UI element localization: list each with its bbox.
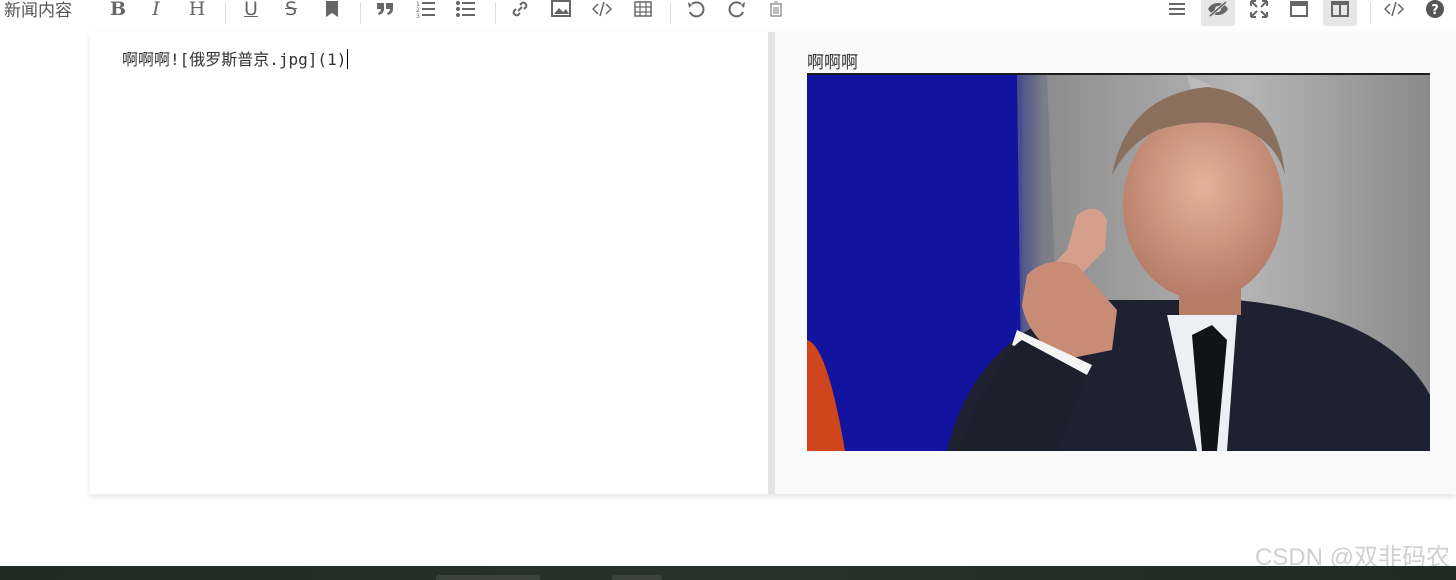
italic-button[interactable]: I bbox=[142, 0, 170, 26]
eye-slash-icon bbox=[1208, 1, 1228, 17]
heading-button[interactable]: H bbox=[183, 0, 211, 26]
edit-pane[interactable]: 啊啊啊![俄罗斯普京.jpg](1) bbox=[90, 32, 768, 494]
help-button[interactable]: ? bbox=[1421, 0, 1449, 26]
redo-button[interactable] bbox=[723, 0, 751, 26]
code-icon bbox=[1384, 1, 1404, 17]
html-source-button[interactable] bbox=[1380, 0, 1408, 26]
underline-button[interactable]: U bbox=[237, 0, 265, 26]
editor-toolbar: B I H U S 123 ? bbox=[90, 0, 1456, 33]
svg-text:?: ? bbox=[1431, 3, 1439, 18]
unordered-list-button[interactable] bbox=[452, 0, 480, 26]
link-button[interactable] bbox=[506, 0, 534, 26]
taskbar-item[interactable] bbox=[436, 575, 540, 580]
markdown-editor: 啊啊啊![俄罗斯普京.jpg](1) 啊啊啊 bbox=[90, 32, 1456, 494]
markdown-line[interactable]: 啊啊啊![俄罗斯普京.jpg](1) bbox=[122, 46, 349, 70]
trash-button[interactable] bbox=[762, 0, 790, 26]
image-icon bbox=[551, 0, 571, 17]
code-button[interactable] bbox=[588, 0, 616, 26]
question-circle-icon: ? bbox=[1426, 0, 1444, 18]
text-cursor bbox=[347, 49, 349, 69]
window-icon bbox=[1290, 1, 1308, 17]
split-view-button[interactable] bbox=[1323, 0, 1357, 26]
fullscreen-button[interactable] bbox=[1245, 0, 1273, 26]
toolbar-separator bbox=[1370, 2, 1371, 24]
preview-image bbox=[807, 73, 1430, 451]
ordered-list-button[interactable]: 123 bbox=[412, 0, 440, 26]
quote-button[interactable] bbox=[371, 0, 399, 26]
toolbar-separator bbox=[670, 2, 671, 24]
toolbar-separator bbox=[495, 2, 496, 24]
bold-button[interactable]: B bbox=[104, 0, 132, 26]
quote-icon bbox=[377, 3, 393, 15]
table-button[interactable] bbox=[629, 0, 657, 26]
ordered-list-icon: 123 bbox=[416, 1, 435, 18]
markdown-text: 啊啊啊![俄罗斯普京.jpg](1) bbox=[122, 50, 347, 69]
unordered-list-icon bbox=[456, 1, 475, 17]
menu-lines-icon bbox=[1169, 3, 1185, 15]
code-icon bbox=[592, 1, 612, 17]
image-button[interactable] bbox=[547, 0, 575, 26]
taskbar-item[interactable] bbox=[612, 575, 662, 580]
taskbar bbox=[0, 566, 1456, 580]
svg-text:3: 3 bbox=[416, 13, 420, 18]
columns-icon bbox=[1331, 1, 1349, 17]
preview-pane: 啊啊啊 bbox=[775, 32, 1456, 494]
strikethrough-button[interactable]: S bbox=[277, 0, 305, 26]
pane-divider[interactable] bbox=[768, 32, 775, 494]
undo-icon bbox=[688, 1, 705, 18]
field-label: 新闻内容 bbox=[4, 1, 72, 21]
toolbar-separator bbox=[360, 2, 361, 24]
bookmark-button[interactable] bbox=[318, 0, 346, 26]
table-icon bbox=[634, 1, 652, 17]
expand-icon bbox=[1250, 0, 1268, 18]
window-button[interactable] bbox=[1285, 0, 1313, 26]
trash-icon bbox=[770, 1, 782, 17]
link-icon bbox=[512, 1, 528, 17]
undo-button[interactable] bbox=[682, 0, 710, 26]
navigation-button[interactable] bbox=[1163, 0, 1191, 26]
bookmark-icon bbox=[326, 1, 338, 17]
toolbar-separator bbox=[225, 2, 226, 24]
preview-toggle-button[interactable] bbox=[1201, 0, 1235, 26]
preview-text: 啊啊啊 bbox=[807, 53, 858, 73]
portrait-photo bbox=[807, 75, 1430, 451]
redo-icon bbox=[728, 1, 745, 18]
